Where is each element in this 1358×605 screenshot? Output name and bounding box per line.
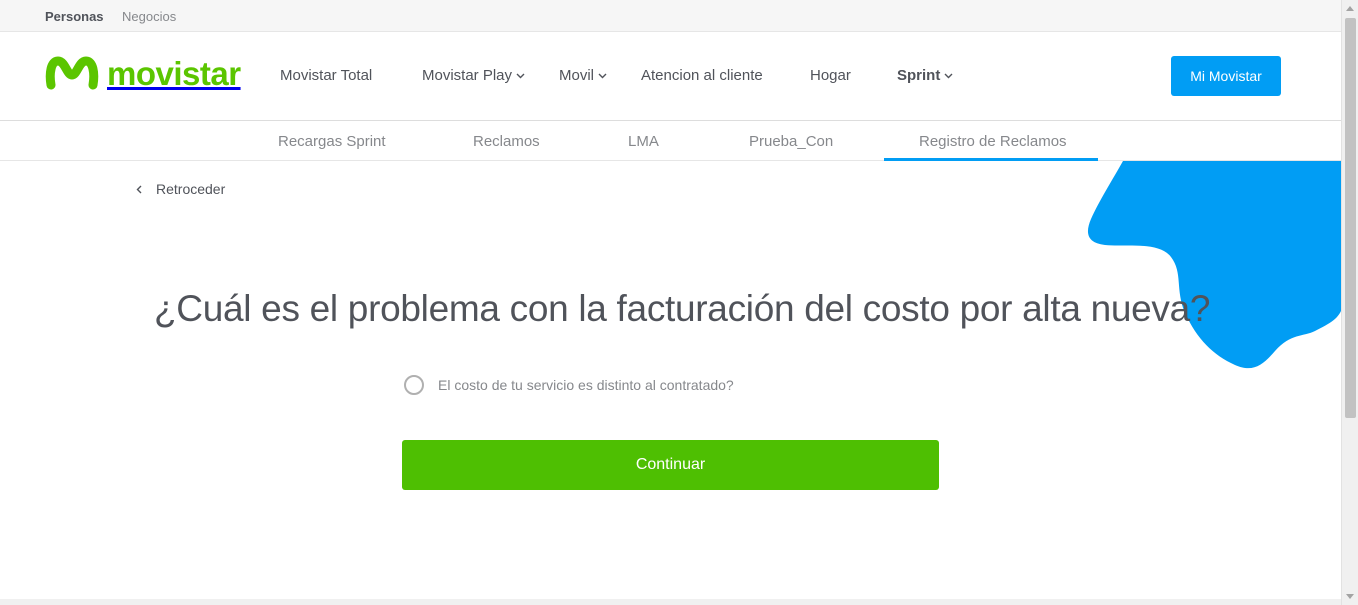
segment-negocios-link[interactable]: Negocios — [122, 9, 176, 24]
nav-label: Movistar Play — [422, 67, 513, 84]
chevron-down-icon — [516, 73, 525, 79]
nav-label: Sprint — [897, 67, 941, 84]
back-label: Retroceder — [156, 181, 226, 197]
subnav-item-registro-de-reclamos[interactable]: Registro de Reclamos — [919, 133, 1067, 150]
active-tab-indicator — [884, 158, 1098, 161]
vertical-scrollbar[interactable] — [1341, 0, 1358, 605]
chevron-down-icon — [944, 73, 953, 79]
nav-movistar-total[interactable]: Movistar Total — [280, 67, 372, 84]
subnav-item-prueba-con[interactable]: Prueba_Con — [749, 133, 833, 150]
scroll-down-icon[interactable] — [1346, 594, 1354, 599]
logo-wordmark: movistar — [107, 54, 241, 92]
chevron-left-icon — [136, 185, 142, 193]
main-header: movistar Movistar Total Movistar Play Mo… — [0, 32, 1341, 121]
subnav-item-lma[interactable]: LMA — [628, 133, 659, 150]
subnav-item-recargas-sprint[interactable]: Recargas Sprint — [278, 133, 386, 150]
question-title: ¿Cuál es el problema con la facturación … — [154, 288, 1211, 329]
mi-movistar-button[interactable]: Mi Movistar — [1171, 56, 1281, 96]
back-link[interactable]: Retroceder — [136, 181, 225, 197]
nav-label: Movil — [559, 67, 595, 84]
nav-label: Atencion al cliente — [641, 67, 763, 84]
decorative-blob — [1087, 161, 1341, 369]
movistar-logo[interactable]: movistar — [45, 53, 241, 93]
segment-personas-link[interactable]: Personas — [45, 9, 104, 24]
nav-hogar[interactable]: Hogar — [810, 67, 851, 84]
nav-movistar-play[interactable]: Movistar Play — [422, 67, 525, 84]
nav-label: Hogar — [810, 67, 851, 84]
movistar-m-icon — [45, 56, 99, 90]
continue-button[interactable]: Continuar — [402, 440, 939, 490]
horizontal-scroll-area — [0, 599, 1341, 605]
segment-bar: Personas Negocios — [0, 0, 1341, 32]
radio-unchecked-icon[interactable] — [404, 375, 424, 395]
scroll-up-icon[interactable] — [1346, 6, 1354, 11]
nav-sprint[interactable]: Sprint — [897, 67, 953, 84]
answer-option[interactable]: El costo de tu servicio es distinto al c… — [404, 375, 734, 395]
nav-atencion-al-cliente[interactable]: Atencion al cliente — [641, 67, 763, 84]
scrollbar-thumb[interactable] — [1345, 18, 1356, 418]
subnav-item-reclamos[interactable]: Reclamos — [473, 133, 540, 150]
sub-navigation: Recargas Sprint Reclamos LMA Prueba_Con … — [0, 121, 1341, 161]
nav-label: Movistar Total — [280, 67, 373, 84]
option-label: El costo de tu servicio es distinto al c… — [438, 377, 734, 393]
nav-movil[interactable]: Movil — [559, 67, 607, 84]
chevron-down-icon — [598, 73, 607, 79]
